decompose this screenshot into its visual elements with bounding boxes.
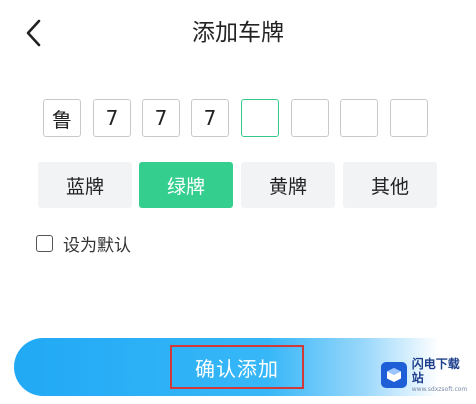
set-default-option[interactable]: 设为默认 (36, 231, 131, 256)
plate-char-7[interactable] (340, 99, 378, 137)
plate-char-4[interactable]: 7 (191, 99, 229, 137)
plate-input-row: 鲁 7 7 7 (43, 99, 433, 139)
watermark-title: 闪电下载站 (411, 356, 460, 385)
plate-type-yellow[interactable]: 黄牌 (241, 162, 335, 208)
set-default-checkbox[interactable] (36, 234, 53, 252)
confirm-add-label[interactable]: 确认添加 (170, 345, 304, 389)
plate-char-8[interactable] (390, 99, 428, 137)
plate-type-blue[interactable]: 蓝牌 (38, 162, 132, 208)
watermark-logo-icon (381, 362, 407, 388)
top-bar: 添加车牌 (0, 0, 476, 70)
plate-type-green[interactable]: 绿牌 (139, 162, 233, 208)
plate-char-1[interactable]: 鲁 (43, 99, 81, 137)
plate-char-6[interactable] (291, 99, 329, 137)
set-default-label: 设为默认 (63, 235, 131, 256)
page-title: 添加车牌 (192, 20, 284, 46)
plate-char-3[interactable]: 7 (142, 99, 180, 137)
plate-char-2[interactable]: 7 (93, 99, 131, 137)
plate-type-selector: 蓝牌 绿牌 黄牌 其他 (38, 162, 438, 208)
plate-char-5[interactable] (241, 99, 279, 137)
plate-type-other[interactable]: 其他 (343, 162, 437, 208)
watermark-subtitle: www.sdxzsoft.com (411, 385, 468, 393)
watermark: 闪电下载站 www.sdxzsoft.com (381, 356, 471, 394)
